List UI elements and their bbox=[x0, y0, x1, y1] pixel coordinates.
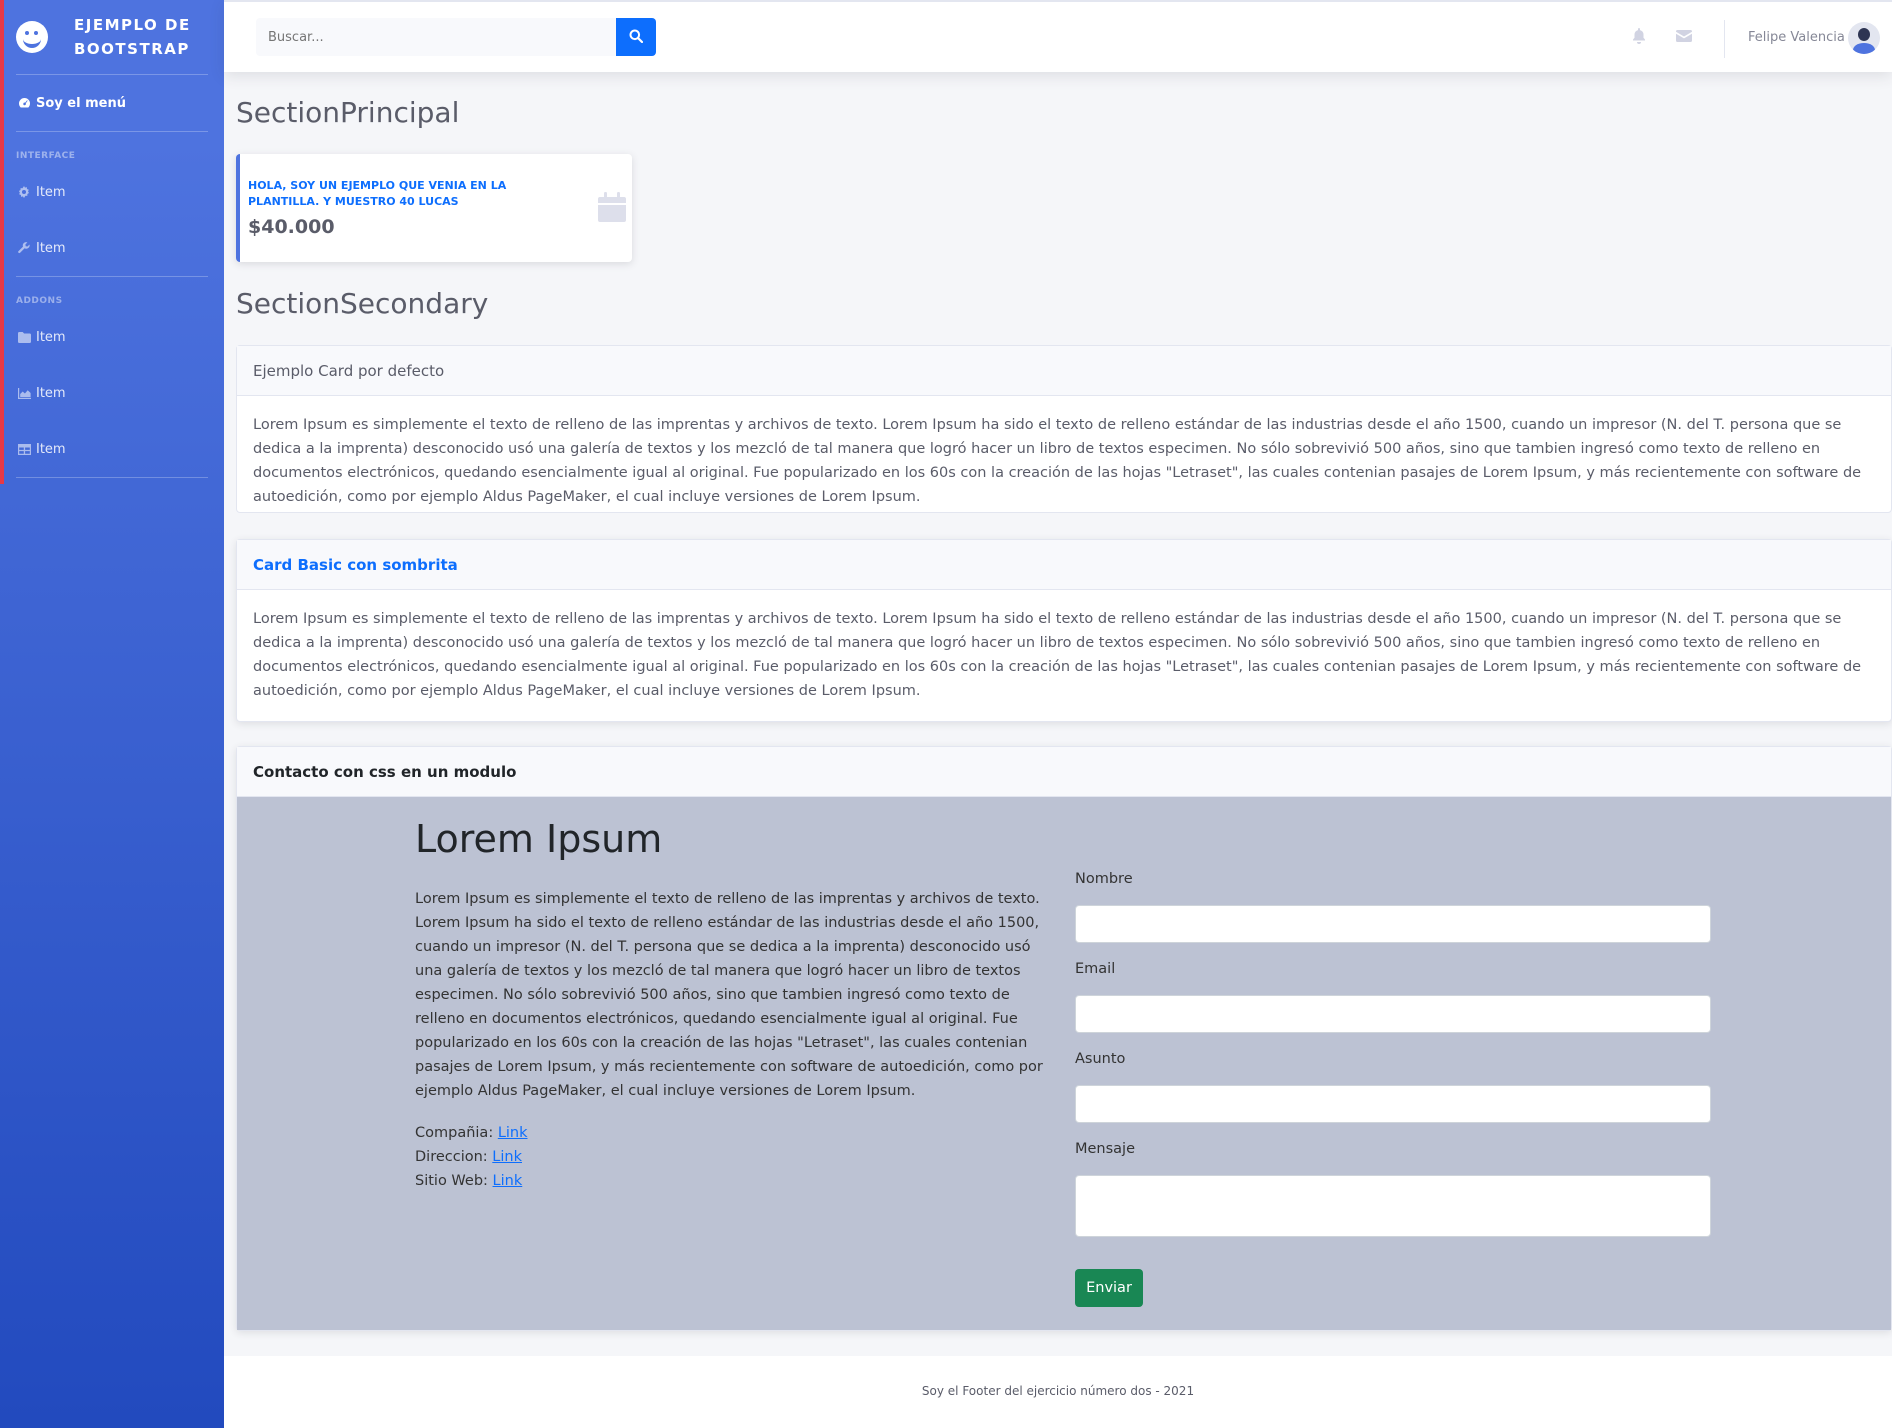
contact-heading: Lorem Ipsum bbox=[415, 817, 663, 861]
search-button[interactable] bbox=[616, 18, 656, 56]
section-principal-title: SectionPrincipal bbox=[236, 96, 460, 129]
company-link[interactable]: Link bbox=[498, 1125, 528, 1141]
address-row: Direccion: Link bbox=[415, 1145, 528, 1169]
website-link[interactable]: Link bbox=[493, 1173, 523, 1189]
calendar-icon bbox=[598, 190, 626, 222]
name-label: Nombre bbox=[1075, 871, 1133, 887]
search-icon bbox=[629, 29, 644, 43]
envelope-icon[interactable] bbox=[1676, 28, 1692, 46]
sidebar-item-chart[interactable]: Item bbox=[16, 381, 66, 405]
avatar[interactable] bbox=[1848, 22, 1880, 54]
sidebar-item-label: Item bbox=[36, 385, 66, 401]
website-row: Sitio Web: Link bbox=[415, 1169, 528, 1193]
sidebar-item-label: Item bbox=[36, 441, 66, 457]
sidebar-item-label: Soy el menú bbox=[36, 95, 126, 111]
message-label: Mensaje bbox=[1075, 1141, 1136, 1157]
tachometer-icon bbox=[16, 96, 32, 110]
sidebar: EJEMPLO DE BOOTSTRAP Soy el menú INTERFA… bbox=[0, 0, 224, 1428]
sidebar-divider bbox=[16, 74, 208, 75]
card-shadow-header: Card Basic con sombrita bbox=[237, 540, 1891, 590]
bell-icon[interactable] bbox=[1632, 28, 1646, 48]
card-shadow: Card Basic con sombrita Lorem Ipsum es s… bbox=[236, 539, 1892, 722]
sidebar-item-label: Item bbox=[36, 240, 66, 256]
stat-card: HOLA, SOY UN EJEMPLO QUE VENIA EN LA PLA… bbox=[236, 154, 632, 262]
address-label: Direccion: bbox=[415, 1149, 488, 1165]
sidebar-divider bbox=[16, 477, 208, 478]
sidebar-heading-interface: INTERFACE bbox=[16, 151, 76, 161]
folder-icon bbox=[16, 330, 32, 344]
cog-icon bbox=[16, 185, 32, 199]
sidebar-item-wrench[interactable]: Item bbox=[16, 236, 66, 260]
chart-area-icon bbox=[16, 386, 32, 400]
sidebar-item-folder[interactable]: Item bbox=[16, 325, 66, 349]
sidebar-heading-addons: ADDONS bbox=[16, 296, 63, 306]
contact-links: Compañia: Link Direccion: Link Sitio Web… bbox=[415, 1121, 528, 1193]
sidebar-item-table[interactable]: Item bbox=[16, 437, 66, 461]
sidebar-item-label: Item bbox=[36, 184, 66, 200]
stat-card-label: HOLA, SOY UN EJEMPLO QUE VENIA EN LA PLA… bbox=[248, 179, 507, 208]
card-default-body: Lorem Ipsum es simplemente el texto de r… bbox=[253, 417, 1862, 505]
company-row: Compañia: Link bbox=[415, 1121, 528, 1145]
card-contact: Contacto con css en un modulo Lorem Ipsu… bbox=[236, 746, 1892, 1331]
card-shadow-body: Lorem Ipsum es simplemente el texto de r… bbox=[253, 611, 1862, 699]
subject-label: Asunto bbox=[1075, 1051, 1126, 1067]
card-contact-header: Contacto con css en un modulo bbox=[237, 747, 1891, 797]
subject-field[interactable] bbox=[1075, 1085, 1711, 1123]
footer-text: Soy el Footer del ejercicio número dos -… bbox=[921, 1384, 1195, 1398]
table-icon bbox=[16, 442, 32, 456]
user-name[interactable]: Felipe Valencia bbox=[1748, 30, 1845, 45]
sidebar-item-label: Item bbox=[36, 329, 66, 345]
search-input[interactable] bbox=[256, 18, 616, 56]
message-field[interactable] bbox=[1075, 1175, 1711, 1237]
contact-text: Lorem Ipsum es simplemente el texto de r… bbox=[415, 891, 1043, 1099]
section-secondary-title: SectionSecondary bbox=[236, 287, 489, 320]
stat-card-value: $40.000 bbox=[248, 216, 335, 238]
search-form bbox=[256, 18, 656, 56]
brand-text: EJEMPLO DE BOOTSTRAP bbox=[74, 16, 191, 58]
sidebar-divider bbox=[16, 276, 208, 277]
name-field[interactable] bbox=[1075, 905, 1711, 943]
sidebar-item-dashboard[interactable]: Soy el menú bbox=[16, 91, 126, 115]
footer: Soy el Footer del ejercicio número dos -… bbox=[224, 1356, 1892, 1428]
sidebar-divider bbox=[16, 131, 208, 132]
laugh-wink-icon bbox=[16, 21, 48, 53]
website-label: Sitio Web: bbox=[415, 1173, 488, 1189]
wrench-icon bbox=[16, 241, 32, 255]
card-default-header: Ejemplo Card por defecto bbox=[237, 346, 1891, 396]
sidebar-brand[interactable]: EJEMPLO DE BOOTSTRAP bbox=[0, 0, 224, 74]
address-link[interactable]: Link bbox=[492, 1149, 522, 1165]
email-label: Email bbox=[1075, 961, 1116, 977]
card-default: Ejemplo Card por defecto Lorem Ipsum es … bbox=[236, 345, 1892, 513]
send-button[interactable]: Enviar bbox=[1075, 1269, 1143, 1307]
topbar: Felipe Valencia bbox=[224, 0, 1892, 72]
contact-module: Lorem Ipsum Lorem Ipsum es simplemente e… bbox=[237, 797, 1891, 1330]
email-field[interactable] bbox=[1075, 995, 1711, 1033]
contact-form: Nombre Email Asunto Mensaje bbox=[1075, 871, 1711, 1237]
company-label: Compañia: bbox=[415, 1125, 494, 1141]
topbar-divider bbox=[1724, 20, 1725, 58]
sidebar-item-cog[interactable]: Item bbox=[16, 180, 66, 204]
